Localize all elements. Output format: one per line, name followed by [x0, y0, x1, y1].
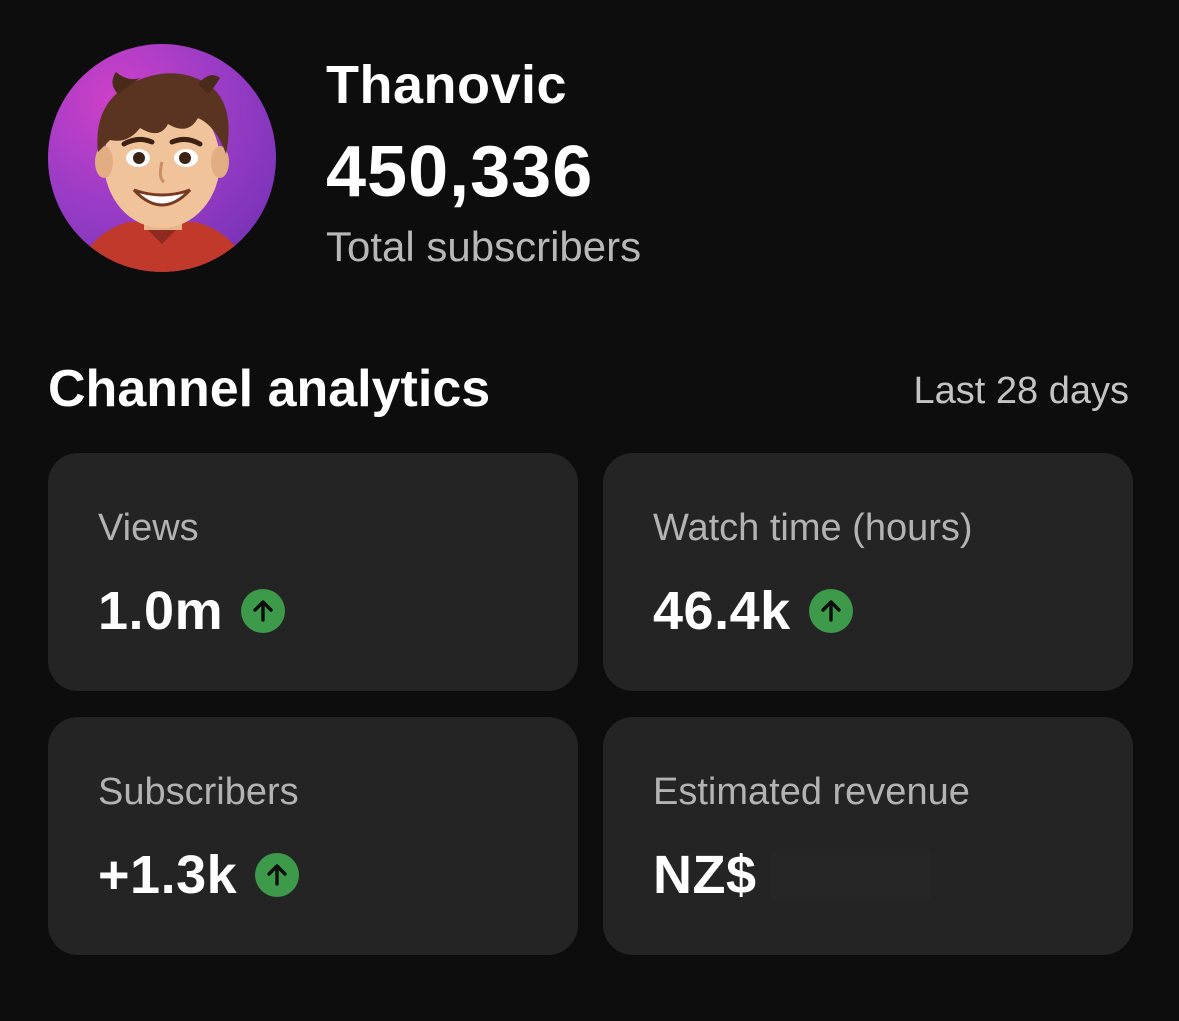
avatar-illustration: [78, 72, 248, 272]
arrow-up-circle-icon: [241, 589, 286, 633]
avatar[interactable]: [48, 44, 276, 272]
section-title: Channel analytics: [48, 360, 491, 418]
metric-card-views[interactable]: Views 1.0m: [48, 453, 578, 691]
arrow-up-circle-icon: [808, 589, 853, 633]
channel-name: Thanovic: [326, 55, 568, 115]
metric-label: Watch time (hours): [653, 507, 973, 549]
channel-header: Thanovic 450,336 Total subscribers: [48, 44, 1128, 284]
metric-label: Subscribers: [98, 771, 299, 813]
subscriber-label: Total subscribers: [326, 223, 642, 270]
metric-value: 46.4k: [653, 581, 791, 641]
subscriber-count: 450,336: [326, 132, 594, 212]
metric-value: NZ$: [653, 845, 757, 905]
metric-row: +1.3k: [98, 845, 578, 905]
metric-row: 46.4k: [653, 581, 1133, 641]
metric-label: Views: [98, 507, 199, 549]
metric-label: Estimated revenue: [653, 771, 970, 813]
period-selector[interactable]: Last 28 days: [914, 368, 1129, 414]
metric-value: +1.3k: [98, 845, 238, 905]
metric-card-subscribers[interactable]: Subscribers +1.3k: [48, 717, 578, 955]
metric-card-watch-time[interactable]: Watch time (hours) 46.4k: [603, 453, 1133, 691]
metric-value: 1.0m: [98, 581, 224, 641]
redacted-value: [770, 850, 931, 900]
arrow-up-circle-icon: [255, 853, 300, 897]
metric-row: NZ$: [653, 845, 1133, 905]
metric-row: 1.0m: [98, 581, 578, 641]
metric-card-revenue[interactable]: Estimated revenue NZ$: [603, 717, 1133, 955]
